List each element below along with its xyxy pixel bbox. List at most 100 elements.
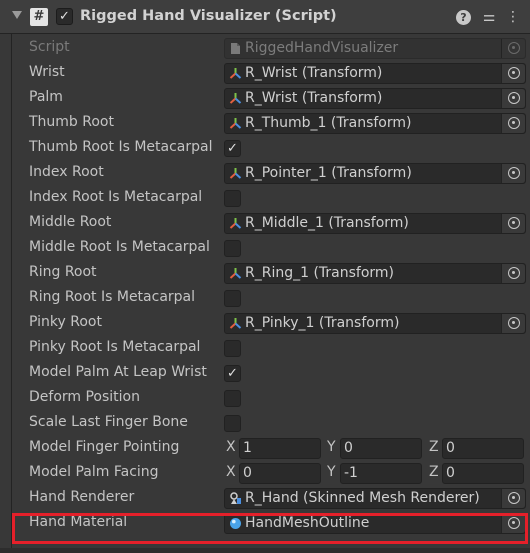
property-row-model-finger-pointing: Model Finger Pointing X 1 Y 0 Z 0 [0, 436, 530, 461]
property-label: Scale Last Finger Bone [29, 414, 188, 430]
vector-axis-label-x: X [226, 439, 236, 455]
transform-icon [229, 267, 242, 280]
property-label: Deform Position [29, 389, 140, 405]
object-field-value: R_Pointer_1 (Transform) [245, 165, 412, 181]
transform-icon [229, 67, 242, 80]
property-label: Palm [29, 89, 63, 105]
property-row-middle-root: Middle Root R_Middle_1 (Transform) [0, 211, 530, 236]
vector-axis-label-y: Y [327, 439, 336, 455]
script-file-icon [229, 42, 242, 55]
property-row-model-palm-at-leap-wrist: Model Palm At Leap Wrist ✓ [0, 361, 530, 386]
presets-icon[interactable]: ⚌ [480, 8, 498, 26]
transform-icon [229, 167, 242, 180]
object-field-value: R_Pinky_1 (Transform) [245, 315, 400, 331]
object-picker-icon[interactable] [501, 114, 525, 133]
deform-position-checkbox[interactable] [224, 390, 241, 407]
property-label: Hand Renderer [29, 489, 135, 505]
object-picker-icon[interactable] [501, 489, 525, 508]
pinky-root-object-field[interactable]: R_Pinky_1 (Transform) [224, 313, 526, 334]
property-label: Index Root [29, 164, 104, 180]
vector-axis-label-z: Z [429, 464, 439, 480]
object-picker-icon[interactable] [501, 314, 525, 333]
component-enabled-toggle[interactable]: ✓ [56, 8, 73, 25]
ring-root-object-field[interactable]: R_Ring_1 (Transform) [224, 263, 526, 284]
transform-icon [229, 92, 242, 105]
object-field-value: R_Thumb_1 (Transform) [245, 115, 412, 131]
middle-root-object-field[interactable]: R_Middle_1 (Transform) [224, 213, 526, 234]
middle-root-is-metacarpal-checkbox[interactable] [224, 240, 241, 257]
property-row-thumb-root: Thumb Root R_Thumb_1 (Transform) [0, 111, 530, 136]
foldout-arrow-icon[interactable] [12, 11, 22, 19]
property-label: Script [29, 39, 70, 55]
vector-axis-label-x: X [226, 464, 236, 480]
ring-root-is-metacarpal-checkbox[interactable] [224, 290, 241, 307]
property-row-model-palm-facing: Model Palm Facing X 0 Y -1 Z 0 [0, 461, 530, 486]
property-row-wrist: Wrist R_Wrist (Transform) [0, 61, 530, 86]
property-row-pinky-root: Pinky Root R_Pinky_1 (Transform) [0, 311, 530, 336]
property-label: Middle Root [29, 214, 112, 230]
object-picker-icon[interactable] [501, 64, 525, 83]
object-field-value: RiggedHandVisualizer [245, 40, 399, 56]
scale-last-finger-bone-checkbox[interactable] [224, 415, 241, 432]
object-picker-icon[interactable] [501, 264, 525, 283]
index-root-object-field[interactable]: R_Pointer_1 (Transform) [224, 163, 526, 184]
hand-renderer-object-field[interactable]: R_Hand (Skinned Mesh Renderer) [224, 488, 526, 509]
property-row-thumb-root-is-metacarpal: Thumb Root Is Metacarpal ✓ [0, 136, 530, 161]
script-icon: # [30, 8, 48, 26]
model-palm-at-leap-wrist-checkbox[interactable]: ✓ [224, 365, 241, 382]
property-row-index-root-is-metacarpal: Index Root Is Metacarpal [0, 186, 530, 211]
hand-material-highlight-box [12, 513, 528, 544]
property-label: Model Palm At Leap Wrist [29, 364, 207, 380]
context-menu-icon[interactable]: ⋮ [504, 8, 522, 26]
property-label: Model Palm Facing [29, 464, 159, 480]
skinned-mesh-renderer-icon [229, 492, 242, 505]
object-picker-icon[interactable] [501, 164, 525, 183]
property-label: Pinky Root [29, 314, 102, 330]
panel-bottom-edge [0, 548, 530, 553]
model-finger-pointing-y-field[interactable]: 0 [340, 438, 422, 459]
property-label: Ring Root [29, 264, 97, 280]
object-field-value: R_Ring_1 (Transform) [245, 265, 395, 281]
property-row-deform-position: Deform Position [0, 386, 530, 411]
property-label: Thumb Root Is Metacarpal [29, 139, 213, 155]
property-row-hand-renderer: Hand Renderer R_Hand (Skinned Mesh Render… [0, 486, 530, 511]
thumb-root-is-metacarpal-checkbox[interactable]: ✓ [224, 140, 241, 157]
property-row-middle-root-is-metacarpal: Middle Root Is Metacarpal [0, 236, 530, 261]
object-picker-icon [501, 39, 525, 58]
pinky-root-is-metacarpal-checkbox[interactable] [224, 340, 241, 357]
model-finger-pointing-z-field[interactable]: 0 [442, 438, 524, 459]
property-row-ring-root: Ring Root R_Ring_1 (Transform) [0, 261, 530, 286]
vector-axis-label-z: Z [429, 439, 439, 455]
property-label: Pinky Root Is Metacarpal [29, 339, 201, 355]
component-title: Rigged Hand Visualizer (Script) [80, 8, 337, 24]
wrist-object-field[interactable]: R_Wrist (Transform) [224, 63, 526, 84]
script-object-field: RiggedHandVisualizer [224, 38, 526, 59]
model-palm-facing-x-field[interactable]: 0 [239, 463, 321, 484]
model-finger-pointing-x-field[interactable]: 1 [239, 438, 321, 459]
property-row-pinky-root-is-metacarpal: Pinky Root Is Metacarpal [0, 336, 530, 361]
property-row-scale-last-finger-bone: Scale Last Finger Bone [0, 411, 530, 436]
transform-icon [229, 317, 242, 330]
object-picker-icon[interactable] [501, 214, 525, 233]
vector-axis-label-y: Y [327, 464, 336, 480]
palm-object-field[interactable]: R_Wrist (Transform) [224, 88, 526, 109]
transform-icon [229, 117, 242, 130]
property-label: Thumb Root [29, 114, 114, 130]
property-row-script: Script RiggedHandVisualizer [0, 36, 530, 61]
model-palm-facing-y-field[interactable]: -1 [340, 463, 422, 484]
property-label: Index Root Is Metacarpal [29, 189, 203, 205]
transform-icon [229, 217, 242, 230]
object-picker-icon[interactable] [501, 89, 525, 108]
property-label: Model Finger Pointing [29, 439, 180, 455]
object-field-value: R_Wrist (Transform) [245, 90, 383, 106]
property-label: Wrist [29, 64, 65, 80]
help-icon[interactable]: ? [456, 10, 471, 25]
object-field-value: R_Hand (Skinned Mesh Renderer) [245, 490, 480, 506]
property-label: Ring Root Is Metacarpal [29, 289, 196, 305]
component-header: # ✓ Rigged Hand Visualizer (Script) ? ⚌ … [0, 0, 530, 34]
property-row-ring-root-is-metacarpal: Ring Root Is Metacarpal [0, 286, 530, 311]
model-palm-facing-z-field[interactable]: 0 [442, 463, 524, 484]
index-root-is-metacarpal-checkbox[interactable] [224, 190, 241, 207]
thumb-root-object-field[interactable]: R_Thumb_1 (Transform) [224, 113, 526, 134]
property-row-palm: Palm R_Wrist (Transform) [0, 86, 530, 111]
